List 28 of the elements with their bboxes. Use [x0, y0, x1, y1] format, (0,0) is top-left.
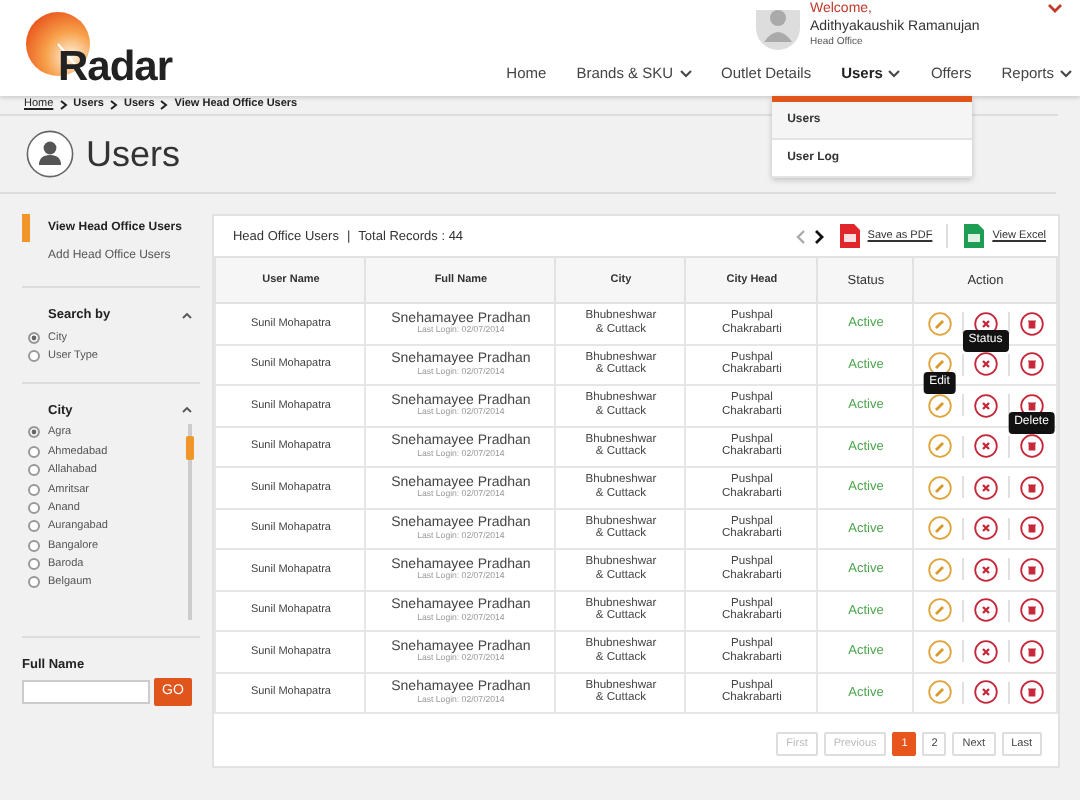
excel-file-icon[interactable] — [964, 224, 985, 248]
logo-text: Radar — [58, 46, 173, 88]
radio-button[interactable] — [28, 501, 40, 514]
radio-button[interactable] — [28, 331, 40, 344]
full-name-field[interactable] — [22, 679, 150, 704]
radio-button[interactable] — [28, 350, 40, 363]
page-title: Users — [86, 133, 181, 175]
radio-button[interactable] — [28, 558, 40, 571]
chevron-down-icon[interactable] — [1048, 4, 1062, 14]
radio-button[interactable] — [28, 483, 40, 496]
radio-button[interactable] — [28, 426, 40, 439]
chevron-right-icon — [59, 100, 68, 110]
radio-button[interactable] — [28, 445, 40, 458]
chevron-right-icon — [160, 100, 169, 110]
chevron-right-icon — [109, 100, 118, 110]
scrollbar[interactable] — [188, 423, 193, 620]
radio-button[interactable] — [28, 576, 40, 589]
radio-button[interactable] — [28, 520, 40, 533]
avatar-icon — [756, 10, 800, 50]
chevron-up-icon[interactable] — [182, 406, 193, 415]
chevron-right-icon[interactable] — [813, 229, 824, 243]
radio-button[interactable] — [28, 539, 40, 552]
chevron-up-icon[interactable] — [182, 311, 193, 319]
edit-icon[interactable] — [927, 393, 952, 418]
user-icon — [26, 130, 74, 178]
radio-button[interactable] — [28, 464, 40, 477]
pdf-file-icon[interactable] — [839, 224, 860, 248]
scrollbar-thumb[interactable] — [186, 435, 195, 460]
